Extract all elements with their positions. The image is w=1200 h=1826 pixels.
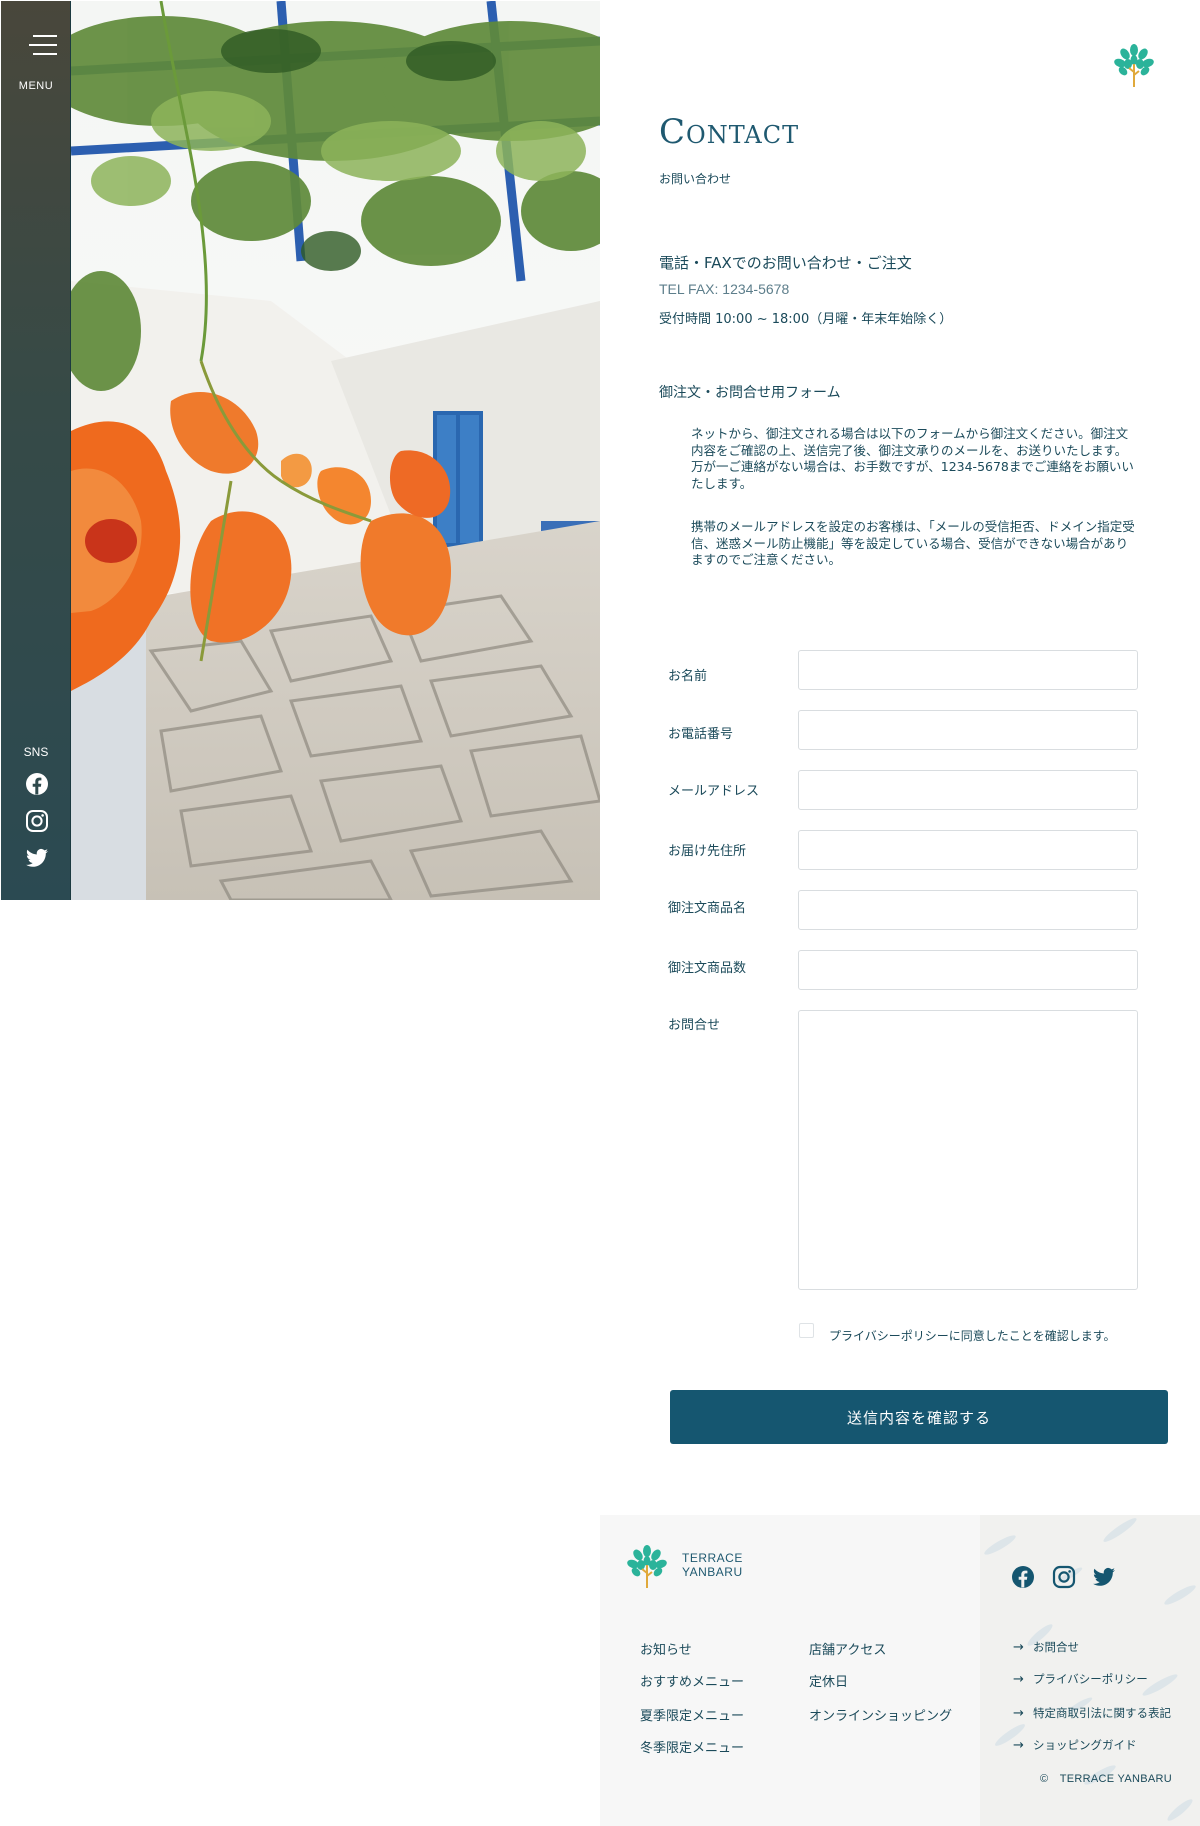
- sns-label: SNS: [23, 745, 49, 759]
- footer-link-news[interactable]: お知らせ: [640, 1639, 692, 1658]
- instagram-icon[interactable]: [1052, 1565, 1076, 1589]
- product-quantity-input[interactable]: [798, 950, 1138, 990]
- copyright: © TERRACE YANBARU: [1040, 1773, 1172, 1785]
- confirm-submit-button[interactable]: 送信内容を確認する: [670, 1390, 1168, 1444]
- footer-link-label: プライバシーポリシー: [1033, 1672, 1148, 1686]
- page-subtitle: お問い合わせ: [659, 172, 732, 186]
- facebook-icon[interactable]: [25, 772, 49, 796]
- phone-label: お電話番号: [668, 727, 734, 742]
- name-label: お名前: [668, 669, 708, 684]
- tree-logo-icon[interactable]: [626, 1543, 668, 1589]
- arrow-right-icon: →: [1013, 1738, 1024, 1753]
- business-hours: 受付時間 10:00 ~ 18:00（月曜・年末年始除く）: [659, 312, 953, 327]
- menu-label: MENU: [18, 80, 54, 92]
- mobile-email-note: 携帯のメールアドレスを設定のお客様は、「メールの受信拒否、ドメイン指定受信、迷惑…: [691, 519, 1135, 567]
- footer-link-label: お問合せ: [1033, 1640, 1079, 1654]
- arrow-right-icon: →: [1013, 1640, 1024, 1655]
- footer-link-label: 特定商取引法に関する表記: [1033, 1706, 1171, 1720]
- footer-brand-name: TERRACE YANBARU: [682, 1551, 743, 1579]
- footer-link-commercial-transactions[interactable]: → 特定商取引法に関する表記: [1013, 1705, 1171, 1721]
- arrow-right-icon: →: [1013, 1706, 1024, 1721]
- phone-number: TEL FAX: 1234-5678: [659, 281, 790, 297]
- phone-input[interactable]: [798, 710, 1138, 750]
- footer-link-summer-menu[interactable]: 夏季限定メニュー: [640, 1705, 744, 1724]
- facebook-icon[interactable]: [1011, 1565, 1035, 1589]
- form-section-heading: 御注文・お問合せ用フォーム: [659, 385, 841, 401]
- hero-photo: [71, 1, 600, 900]
- order-note: ネットから、御注文される場合は以下のフォームから御注文ください。御注文内容をご確…: [691, 426, 1134, 491]
- hamburger-icon-line: [33, 53, 57, 55]
- product-quantity-label: 御注文商品数: [668, 961, 747, 976]
- menu-button[interactable]: MENU: [1, 23, 71, 103]
- page-title: Contact: [659, 112, 800, 152]
- footer: TERRACE YANBARU お知らせ おすすめメニュー 夏季限定メニュー 冬…: [600, 1515, 1200, 1826]
- tree-logo-icon[interactable]: [1114, 42, 1154, 88]
- inquiry-textarea[interactable]: [798, 1010, 1138, 1290]
- product-name-label: 御注文商品名: [668, 901, 747, 916]
- address-label: お届け先住所: [668, 844, 747, 859]
- address-input[interactable]: [798, 830, 1138, 870]
- inquiry-label: お問合せ: [668, 1018, 721, 1033]
- product-name-input[interactable]: [798, 890, 1138, 930]
- instagram-icon[interactable]: [25, 809, 49, 833]
- privacy-checkbox[interactable]: [799, 1323, 814, 1338]
- name-input[interactable]: [798, 650, 1138, 690]
- footer-link-label: ショッピングガイド: [1033, 1738, 1137, 1752]
- hamburger-icon-line: [33, 35, 57, 37]
- footer-link-recommended-menu[interactable]: おすすめメニュー: [640, 1671, 744, 1690]
- footer-link-holidays[interactable]: 定休日: [809, 1671, 848, 1690]
- footer-link-store-access[interactable]: 店舗アクセス: [809, 1639, 886, 1658]
- arrow-right-icon: →: [1013, 1672, 1024, 1687]
- email-input[interactable]: [798, 770, 1138, 810]
- brand-line-1: TERRACE: [682, 1551, 743, 1565]
- twitter-icon[interactable]: [25, 846, 49, 870]
- footer-link-shopping-guide[interactable]: → ショッピングガイド: [1013, 1737, 1137, 1753]
- footer-link-privacy-policy[interactable]: → プライバシーポリシー: [1013, 1671, 1148, 1687]
- footer-link-contact[interactable]: → お問合せ: [1013, 1639, 1079, 1655]
- side-navigation: MENU SNS: [1, 1, 71, 900]
- footer-link-winter-menu[interactable]: 冬季限定メニュー: [640, 1737, 744, 1756]
- footer-link-online-shopping[interactable]: オンラインショッピング: [809, 1705, 952, 1724]
- privacy-label: プライバシーポリシーに同意したことを確認します。: [829, 1329, 1116, 1343]
- phone-section-heading: 電話・FAXでのお問い合わせ・ご注文: [659, 254, 912, 272]
- hamburger-icon-line: [29, 44, 57, 46]
- twitter-icon[interactable]: [1092, 1565, 1116, 1589]
- brand-line-2: YANBARU: [682, 1565, 743, 1579]
- email-label: メールアドレス: [668, 784, 760, 799]
